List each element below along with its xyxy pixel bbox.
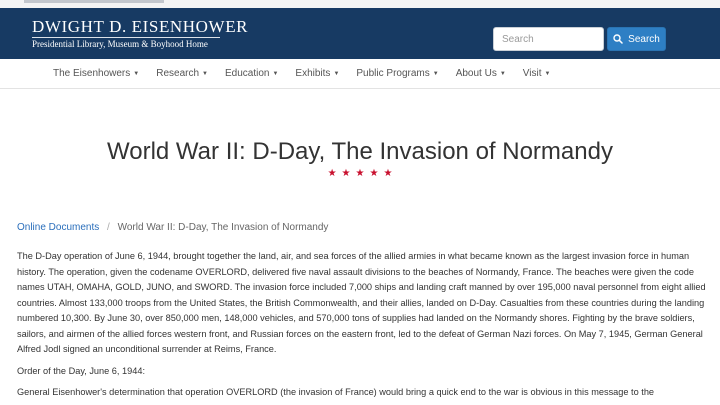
nav-item-exhibits[interactable]: Exhibits ▼ xyxy=(295,68,339,79)
search-button[interactable]: Search xyxy=(607,27,666,51)
caret-down-icon: ▼ xyxy=(544,71,551,77)
breadcrumb-current: World War II: D-Day, The Invasion of Nor… xyxy=(117,222,329,233)
nav-item-label: The Eisenhowers xyxy=(53,68,131,79)
nav-item-education[interactable]: Education ▼ xyxy=(225,68,278,79)
nav-item-about-us[interactable]: About Us ▼ xyxy=(456,68,506,79)
caret-down-icon: ▼ xyxy=(333,71,340,77)
article-body: The D-Day operation of June 6, 1944, bro… xyxy=(17,249,715,405)
article-paragraph: General Eisenhower's determination that … xyxy=(17,387,655,397)
nav-item-label: Research xyxy=(156,68,200,79)
breadcrumb: Online Documents / World War II: D-Day, … xyxy=(17,222,328,233)
site-title[interactable]: Dwight D. Eisenhower xyxy=(32,17,248,37)
page-title: World War II: D-Day, The Invasion of Nor… xyxy=(107,138,613,165)
nav-item-visit[interactable]: Visit ▼ xyxy=(523,68,551,79)
nav-item-label: Visit xyxy=(522,68,542,79)
nav-item-the-eisenhowers[interactable]: The Eisenhowers ▼ xyxy=(53,68,139,79)
breadcrumb-link-online-documents[interactable]: Online Documents xyxy=(17,222,99,233)
nav-item-public-programs[interactable]: Public Programs ▼ xyxy=(356,68,438,79)
article-paragraph: The D-Day operation of June 6, 1944, bro… xyxy=(17,251,706,354)
nav-item-label: Education xyxy=(224,68,270,79)
nav-item-research[interactable]: Research ▼ xyxy=(156,68,208,79)
search-icon xyxy=(613,34,623,44)
star-decoration: ★★★★★ xyxy=(327,168,398,179)
nav-item-label: Public Programs xyxy=(356,68,430,79)
nav-item-label: Exhibits xyxy=(295,68,331,79)
nav-item-label: About Us xyxy=(455,68,497,79)
site-header: Dwight D. Eisenhower Presidential Librar… xyxy=(0,8,720,59)
caret-down-icon: ▼ xyxy=(272,71,279,77)
caret-down-icon: ▼ xyxy=(499,71,506,77)
top-utility-strip xyxy=(0,0,720,8)
breadcrumb-separator: / xyxy=(107,222,110,233)
utility-strip-text xyxy=(24,0,164,3)
search-button-label: Search xyxy=(628,33,660,45)
site-subtitle: Presidential Library, Museum & Boyhood H… xyxy=(32,39,208,49)
main-navigation: The Eisenhowers ▼ Research ▼ Education ▼ Ex… xyxy=(0,59,720,89)
caret-down-icon: ▼ xyxy=(133,71,140,77)
caret-down-icon: ▼ xyxy=(432,71,439,77)
title-divider xyxy=(32,37,220,38)
article-paragraph: Order of the Day, June 6, 1944: xyxy=(17,365,146,376)
caret-down-icon: ▼ xyxy=(202,71,208,77)
search-input[interactable] xyxy=(493,27,604,51)
